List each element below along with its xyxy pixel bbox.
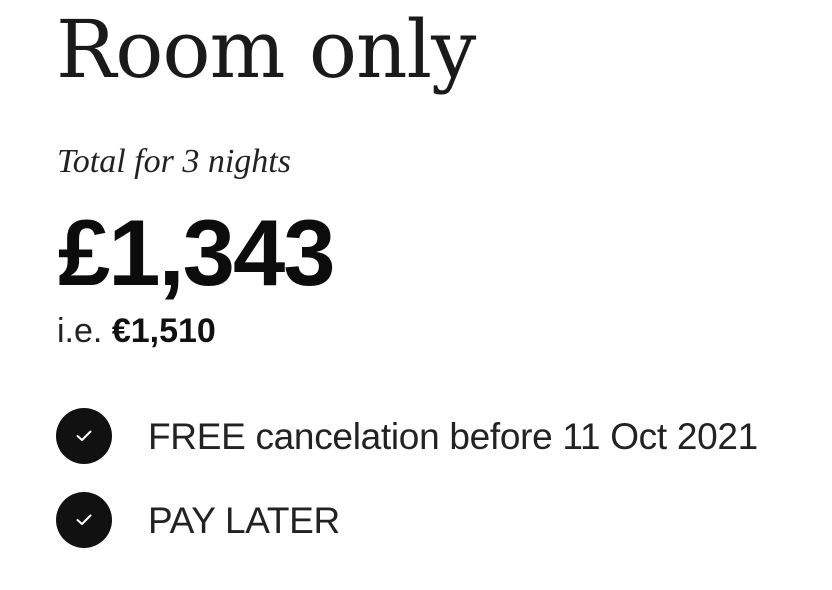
offer-title: Room only [56, 3, 476, 96]
stay-duration-label: Total for 3 nights [57, 143, 291, 180]
feature-pay-later: PAY LATER [56, 492, 816, 548]
feature-label: PAY LATER [148, 499, 340, 541]
room-offer-card: Room only Total for 3 nights £1,343 i.e.… [0, 0, 832, 590]
check-icon [56, 408, 112, 464]
feature-label: FREE cancelation before 11 Oct 2021 [148, 415, 758, 457]
converted-price: i.e. €1,510 [57, 312, 216, 350]
total-price: £1,343 [58, 200, 336, 305]
converted-price-prefix: i.e. [57, 312, 112, 350]
converted-price-amount: €1,510 [111, 312, 216, 350]
check-icon [56, 492, 112, 548]
feature-free-cancelation: FREE cancelation before 11 Oct 2021 [56, 408, 816, 464]
offer-features-list: FREE cancelation before 11 Oct 2021 PAY … [56, 408, 816, 576]
